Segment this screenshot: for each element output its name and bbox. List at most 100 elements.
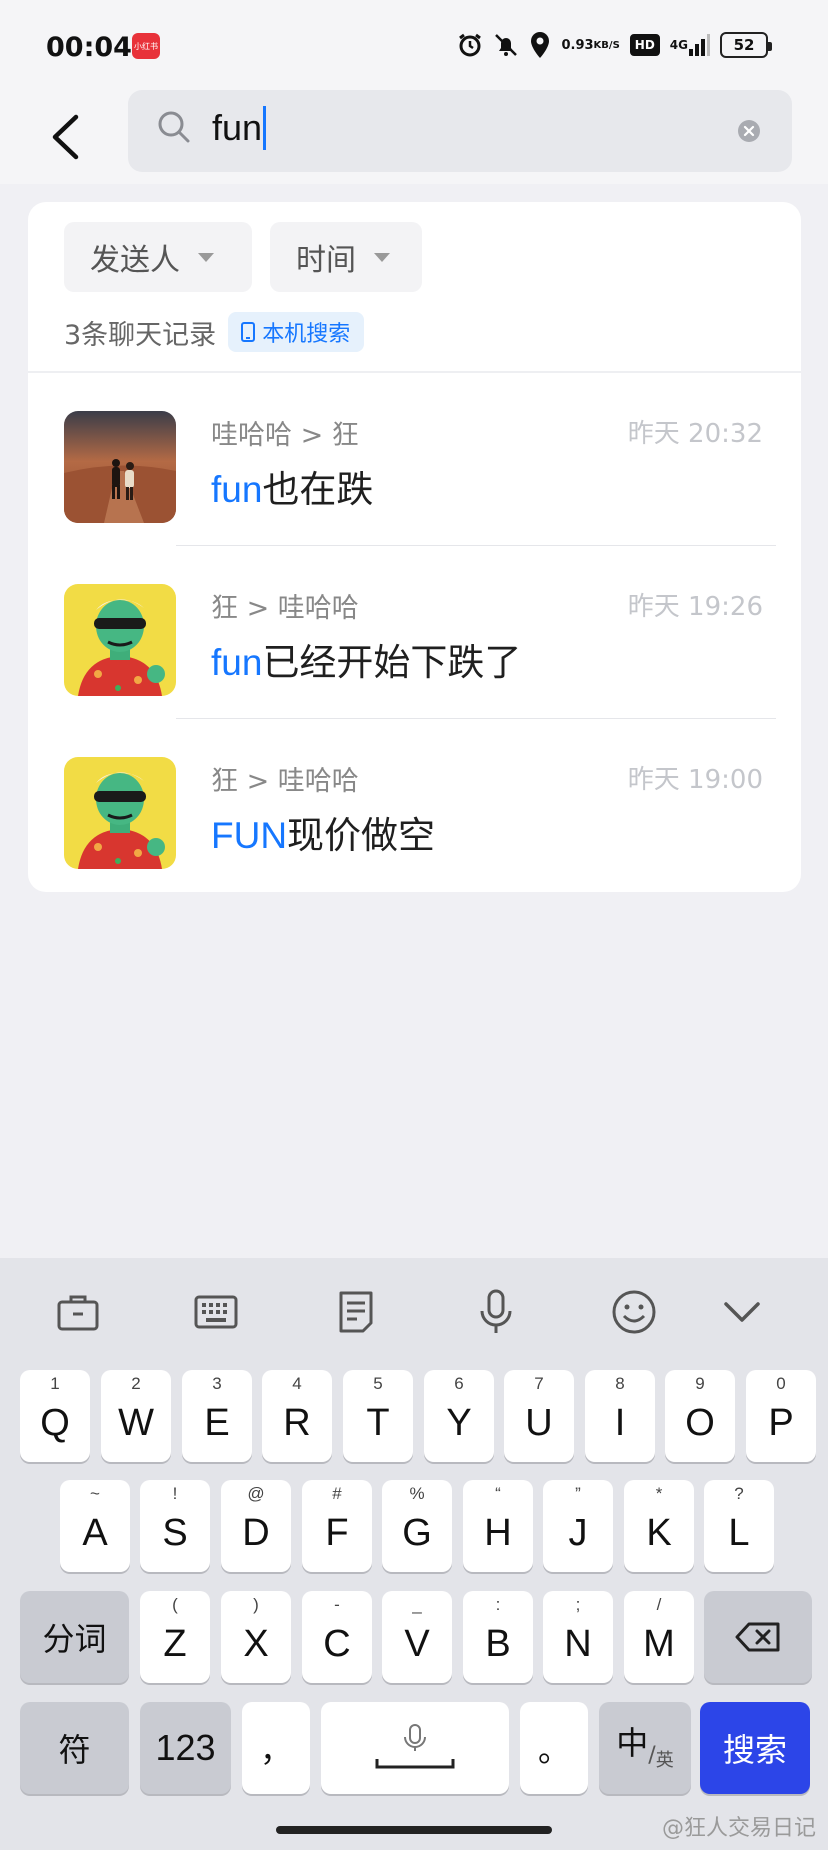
- key-label: X: [243, 1622, 269, 1665]
- network-speed-unit: KB/S: [593, 39, 620, 51]
- key-l[interactable]: ? L: [704, 1480, 774, 1572]
- key-label: Q: [40, 1401, 70, 1444]
- comma-key[interactable]: ，: [242, 1702, 310, 1794]
- keyboard-layout-button[interactable]: [190, 1286, 242, 1338]
- key-f[interactable]: # F: [302, 1480, 372, 1572]
- key-v[interactable]: _ V: [382, 1591, 452, 1683]
- chat-route: 狂 > 哇哈哈: [211, 593, 359, 624]
- search-key[interactable]: 搜索: [700, 1702, 810, 1794]
- voice-input-button[interactable]: [470, 1286, 522, 1338]
- chevron-down-icon: [724, 1302, 760, 1322]
- filter-sender-dropdown[interactable]: 发送人: [64, 222, 252, 292]
- key-hint: 7: [534, 1374, 544, 1393]
- key-i[interactable]: 8I: [585, 1370, 655, 1462]
- message-text: 已经开始下跌了: [262, 641, 522, 684]
- key-hint: *: [655, 1484, 663, 1503]
- key-a[interactable]: ~ A: [60, 1480, 130, 1572]
- key-c[interactable]: -C: [302, 1591, 372, 1683]
- key-o[interactable]: 9O: [665, 1370, 735, 1462]
- key-hint: 8: [615, 1374, 625, 1393]
- key-x[interactable]: ) X: [221, 1591, 291, 1683]
- chat-result-item[interactable]: 哇哈哈 > 狂 昨天 20:32 fun也在跌: [28, 373, 801, 546]
- key-j[interactable]: ” J: [543, 1480, 613, 1572]
- key-n[interactable]: ; N: [543, 1591, 613, 1683]
- key-label: B: [485, 1622, 511, 1665]
- chat-result-item[interactable]: 狂 > 哇哈哈 昨天 19:00 FUN现价做空: [28, 719, 801, 892]
- key-label: G: [402, 1511, 432, 1554]
- key-hint: ”: [575, 1484, 581, 1503]
- hide-keyboard-button[interactable]: [716, 1286, 768, 1338]
- key-d[interactable]: @ D: [221, 1480, 291, 1572]
- message-snippet: fun已经开始下跌了: [211, 632, 521, 686]
- key-hint: ~: [90, 1484, 100, 1503]
- search-input[interactable]: fun: [128, 90, 792, 172]
- key-s[interactable]: ! S: [140, 1480, 210, 1572]
- segment-key[interactable]: 分词: [20, 1591, 129, 1683]
- symbol-key[interactable]: 符: [20, 1702, 129, 1794]
- briefcase-icon: [57, 1295, 99, 1331]
- key-label: S: [162, 1511, 188, 1554]
- key-b[interactable]: :B: [463, 1591, 533, 1683]
- key-label: H: [484, 1511, 512, 1554]
- chat-result-item[interactable]: 狂 > 哇哈哈 昨天 19:26 fun已经开始下跌了: [28, 546, 801, 719]
- filter-time-dropdown[interactable]: 时间: [270, 222, 422, 292]
- message-time: 昨天 20:32: [627, 419, 763, 449]
- key-label: N: [564, 1622, 592, 1665]
- chat-route: 哇哈哈 > 狂: [211, 420, 359, 451]
- number-key[interactable]: 123: [140, 1702, 231, 1794]
- key-m[interactable]: / M: [624, 1591, 694, 1683]
- keyword-highlight: FUN: [211, 815, 288, 856]
- chat-route: 狂 > 哇哈哈: [211, 766, 359, 797]
- key-hint: 6: [454, 1374, 464, 1393]
- status-time: 00:04: [46, 32, 132, 63]
- home-indicator[interactable]: [276, 1826, 552, 1834]
- results-summary: 3条聊天记录 本机搜索: [64, 312, 365, 352]
- key-label: M: [643, 1622, 675, 1665]
- key-h[interactable]: “H: [463, 1480, 533, 1572]
- space-mic-icon: [375, 1724, 455, 1769]
- local-search-badge[interactable]: 本机搜索: [228, 312, 365, 352]
- filter-time-label: 时间: [296, 243, 356, 278]
- key-p[interactable]: 0P: [746, 1370, 816, 1462]
- key-r[interactable]: 4R: [262, 1370, 332, 1462]
- key-k[interactable]: * K: [624, 1480, 694, 1572]
- filter-sender-label: 发送人: [90, 243, 180, 278]
- key-y[interactable]: 6Y: [424, 1370, 494, 1462]
- key-hint: (: [172, 1595, 178, 1614]
- space-key[interactable]: [321, 1702, 509, 1794]
- key-label: R: [283, 1401, 311, 1444]
- message-text: 现价做空: [287, 814, 436, 857]
- keyboard-icon: [194, 1295, 238, 1329]
- clear-search-button[interactable]: [738, 120, 760, 142]
- key-label: C: [323, 1622, 351, 1665]
- clipboard-button[interactable]: [330, 1286, 382, 1338]
- chevron-left-icon: [52, 114, 79, 160]
- message-time: 昨天 19:26: [627, 592, 763, 622]
- key-hint: #: [332, 1484, 342, 1503]
- key-t[interactable]: 5T: [343, 1370, 413, 1462]
- key-g[interactable]: % G: [382, 1480, 452, 1572]
- key-w[interactable]: 2W: [101, 1370, 171, 1462]
- avatar: [64, 584, 176, 696]
- key-label: Z: [163, 1622, 187, 1665]
- language-separator: /: [648, 1742, 656, 1768]
- period-key[interactable]: 。: [520, 1702, 588, 1794]
- avatar: [64, 411, 176, 523]
- key-z[interactable]: (Z: [140, 1591, 210, 1683]
- dropdown-arrow-icon: [198, 252, 214, 262]
- key-hint: :: [495, 1595, 501, 1614]
- back-button[interactable]: [40, 102, 90, 172]
- language-switch-key[interactable]: 中 / 英: [599, 1702, 691, 1794]
- key-e[interactable]: 3E: [182, 1370, 252, 1462]
- toolbox-button[interactable]: [52, 1286, 104, 1338]
- key-q[interactable]: 1Q: [20, 1370, 90, 1462]
- backspace-icon: [735, 1622, 780, 1652]
- search-results-card: 发送人 时间 3条聊天记录 本机搜索 哇哈哈 > 狂 昨天 20:32 fun也…: [28, 202, 801, 892]
- emoji-button[interactable]: [608, 1286, 660, 1338]
- backspace-key[interactable]: [704, 1591, 812, 1683]
- network-speed: 0.93 KB/S: [561, 39, 619, 52]
- close-icon: [743, 125, 755, 137]
- key-u[interactable]: 7U: [504, 1370, 574, 1462]
- key-hint: 2: [131, 1374, 141, 1393]
- message-snippet: fun也在跌: [211, 459, 373, 513]
